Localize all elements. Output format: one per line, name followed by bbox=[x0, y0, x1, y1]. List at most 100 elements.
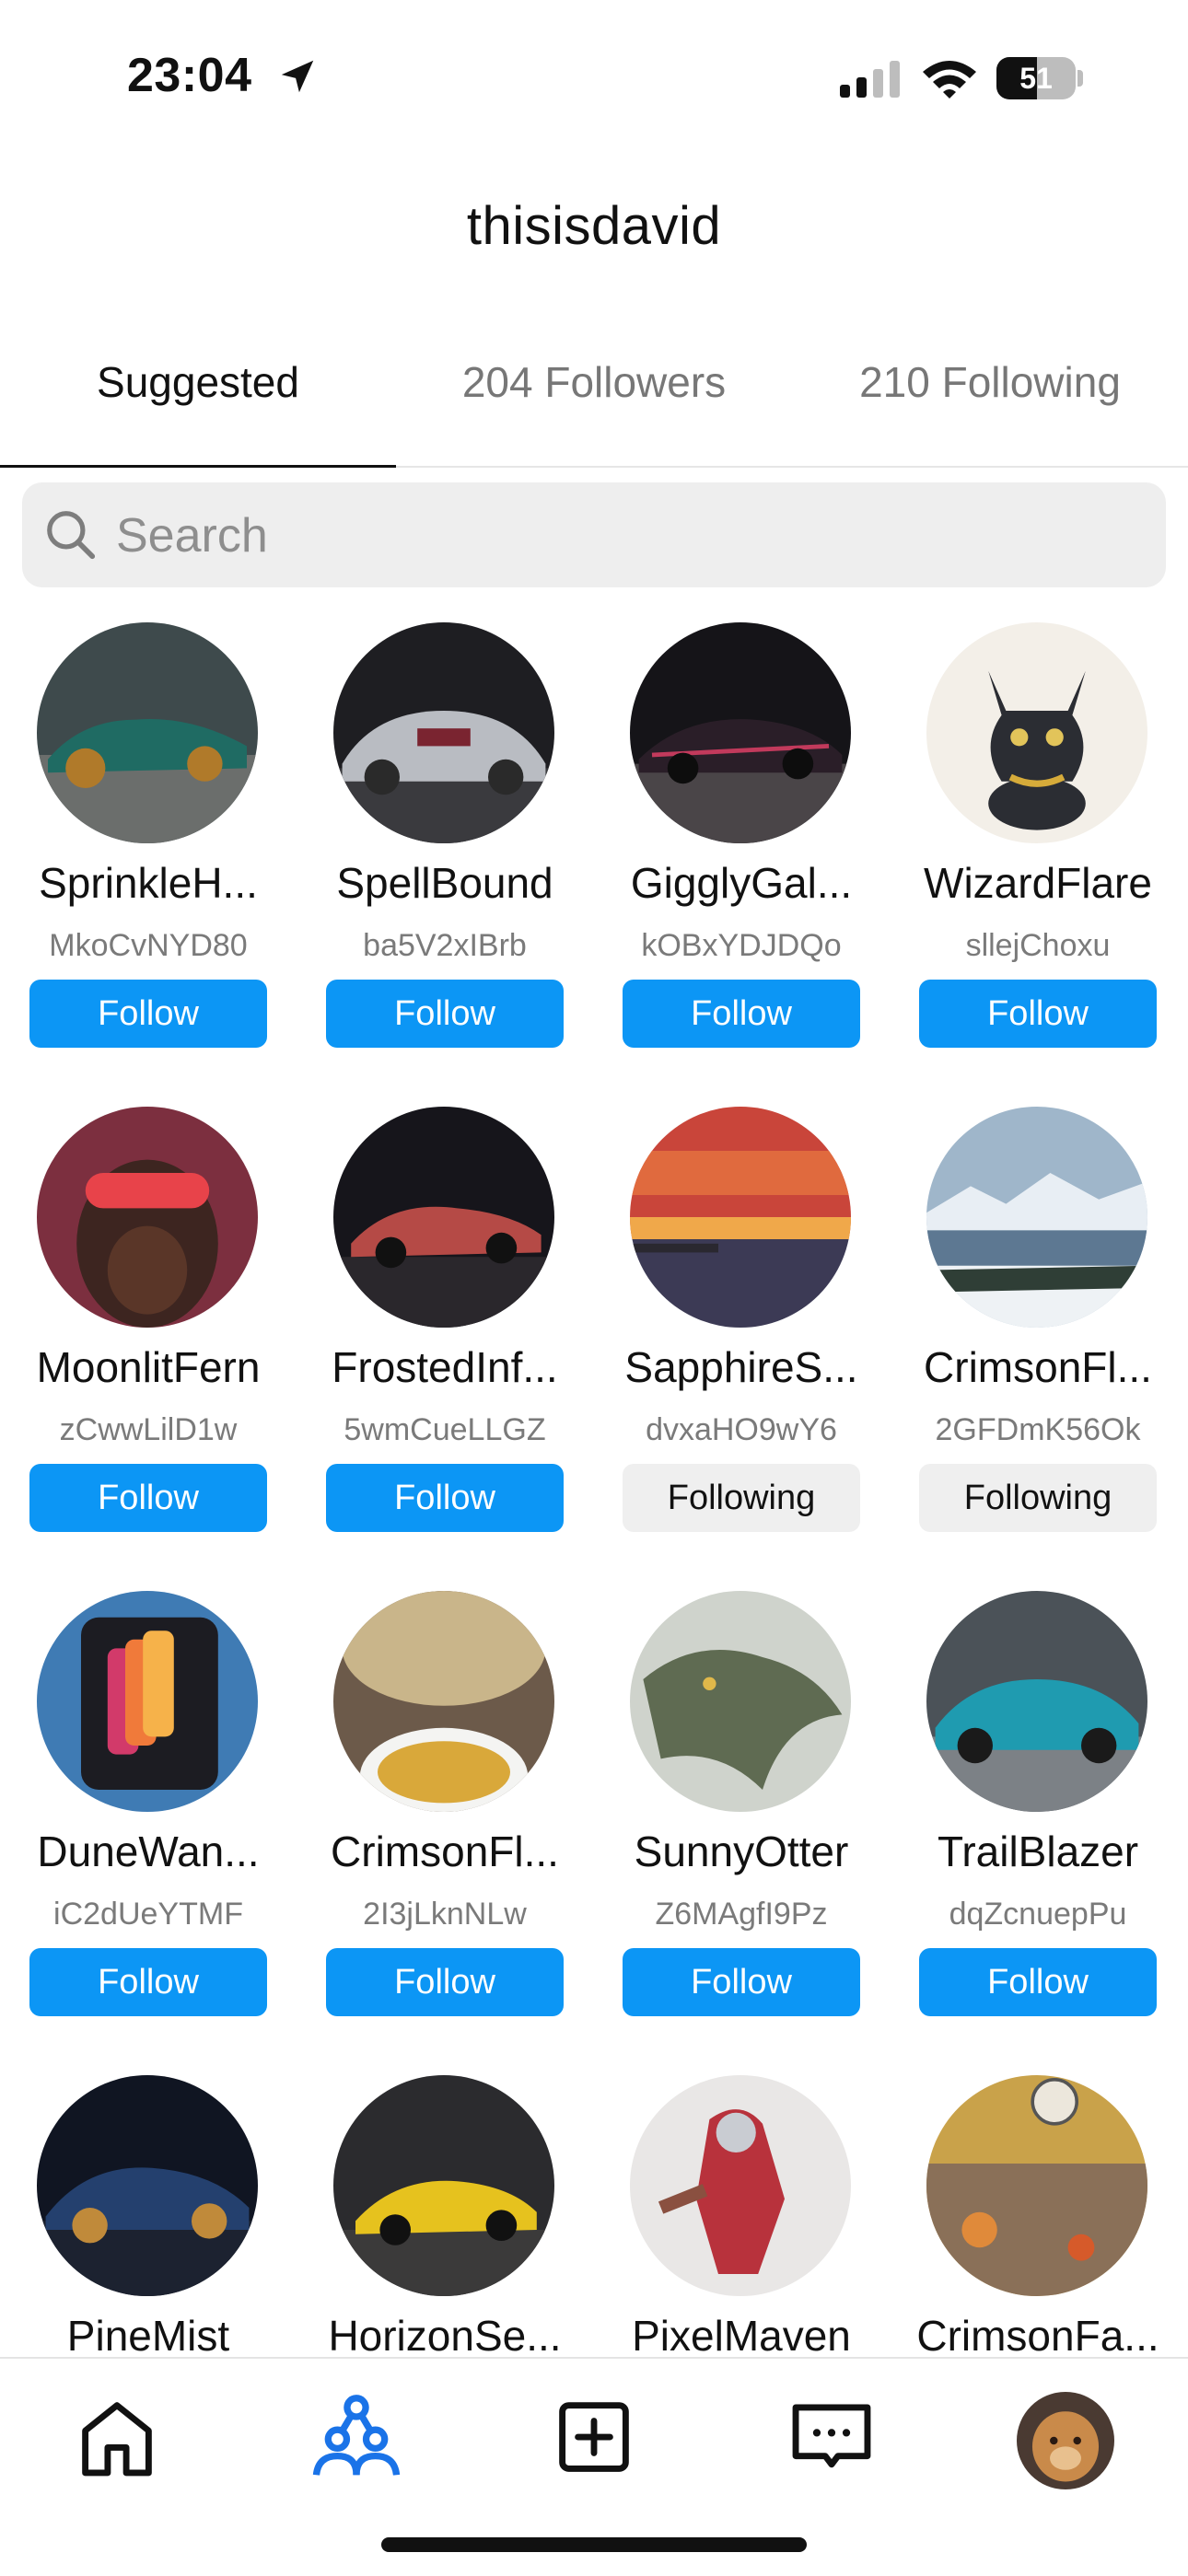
user-card: WizardFlare sllejChoxu Follow bbox=[890, 611, 1186, 1072]
user-avatar-food-bowls[interactable] bbox=[333, 1591, 554, 1812]
user-handle: zCwwLilD1w bbox=[59, 1412, 238, 1447]
user-handle: iC2dUeYTMF bbox=[53, 1897, 243, 1932]
add-post-icon bbox=[559, 2402, 629, 2472]
user-avatar-blue-hypercar[interactable] bbox=[37, 2075, 258, 2296]
user-card: GigglyGal... kOBxYDJDQo Follow bbox=[593, 611, 890, 1072]
user-avatar-snowy-lake[interactable] bbox=[926, 1107, 1147, 1328]
user-handle: 2GFDmK56Ok bbox=[935, 1412, 1141, 1447]
user-card: SapphireS... dvxaHO9wY6 Following bbox=[593, 1096, 890, 1556]
user-avatar-dragon[interactable] bbox=[630, 1591, 851, 1812]
user-name: HorizonSe... bbox=[328, 2312, 562, 2357]
user-card: CrimsonFa... bbox=[890, 2064, 1186, 2357]
user-name: PineMist bbox=[66, 2312, 230, 2357]
user-avatar-silver-hypercar[interactable] bbox=[333, 622, 554, 843]
user-handle: ba5V2xIBrb bbox=[363, 928, 527, 963]
nav-profile-avatar[interactable] bbox=[1017, 2392, 1114, 2489]
tab-following[interactable]: 210 Following bbox=[792, 341, 1188, 464]
nav-messages[interactable] bbox=[781, 2386, 882, 2488]
user-handle: dvxaHO9wY6 bbox=[646, 1412, 837, 1447]
lion-cub-avatar-icon bbox=[1017, 2392, 1114, 2489]
search-bar bbox=[22, 482, 1166, 589]
status-time: 23:04 bbox=[127, 49, 252, 102]
user-avatar-sunset-sea[interactable] bbox=[630, 1107, 851, 1328]
user-handle: Z6MAgfI9Pz bbox=[655, 1897, 828, 1932]
user-card: SpellBound ba5V2xIBrb Follow bbox=[297, 611, 593, 1072]
user-handle: dqZcnuepPu bbox=[949, 1897, 1127, 1932]
user-handle: 2I3jLknNLw bbox=[363, 1897, 527, 1932]
battery-indicator: 51 bbox=[996, 57, 1083, 99]
follow-button[interactable]: Follow bbox=[326, 1464, 564, 1532]
user-name: SpellBound bbox=[336, 859, 553, 907]
tab-suggested[interactable]: Suggested bbox=[0, 341, 396, 464]
user-name: CrimsonFl... bbox=[924, 1343, 1152, 1391]
battery-level-text: 51 bbox=[1019, 62, 1053, 95]
user-avatar-french-bulldog[interactable] bbox=[926, 622, 1147, 843]
user-name: SprinkleH... bbox=[39, 859, 258, 907]
following-button[interactable]: Following bbox=[623, 1464, 860, 1532]
user-card: CrimsonFl... 2I3jLknNLw Follow bbox=[297, 1580, 593, 2040]
home-indicator bbox=[381, 2537, 807, 2552]
user-avatar-red-sports-car[interactable] bbox=[333, 1107, 554, 1328]
follow-button[interactable]: Follow bbox=[326, 1948, 564, 2016]
home-icon bbox=[82, 2402, 152, 2477]
page-title: thisisdavid bbox=[466, 196, 722, 256]
tab-bar: Suggested 204 Followers 210 Following bbox=[0, 341, 1188, 468]
user-name: GigglyGal... bbox=[630, 859, 853, 907]
user-name: TrailBlazer bbox=[937, 1828, 1139, 1875]
follow-button[interactable]: Follow bbox=[29, 1948, 267, 2016]
network-icon bbox=[312, 2395, 401, 2476]
user-name: PixelMaven bbox=[632, 2312, 851, 2357]
follow-button[interactable]: Follow bbox=[29, 1464, 267, 1532]
user-card: PixelMaven bbox=[593, 2064, 890, 2357]
follow-button[interactable]: Follow bbox=[326, 980, 564, 1048]
user-card: MoonlitFern zCwwLilD1w Follow bbox=[0, 1096, 297, 1556]
follow-button[interactable]: Follow bbox=[919, 1948, 1157, 2016]
user-name: CrimsonFa... bbox=[916, 2312, 1159, 2357]
user-avatar-abstract-painting[interactable] bbox=[926, 2075, 1147, 2296]
user-handle: MkoCvNYD80 bbox=[49, 928, 248, 963]
user-name: SunnyOtter bbox=[634, 1828, 849, 1875]
user-avatar-teal-car[interactable] bbox=[926, 1591, 1147, 1812]
user-card: PineMist bbox=[0, 2064, 297, 2357]
user-card: CrimsonFl... 2GFDmK56Ok Following bbox=[890, 1096, 1186, 1556]
user-name: SapphireS... bbox=[624, 1343, 858, 1391]
active-tab-indicator bbox=[0, 465, 396, 468]
user-handle: sllejChoxu bbox=[965, 928, 1111, 963]
user-name: CrimsonFl... bbox=[331, 1828, 559, 1875]
nav-create[interactable] bbox=[543, 2386, 645, 2488]
suggested-users-grid: SprinkleH... MkoCvNYD80 Follow SpellBoun… bbox=[0, 611, 1188, 2357]
search-icon bbox=[47, 511, 96, 560]
user-avatar-dark-hypercar[interactable] bbox=[630, 622, 851, 843]
user-name: DuneWan... bbox=[37, 1828, 260, 1875]
nav-home[interactable] bbox=[66, 2386, 168, 2488]
following-button[interactable]: Following bbox=[919, 1464, 1157, 1532]
user-card: HorizonSe... bbox=[297, 2064, 593, 2357]
user-avatar-gorilla-goggles[interactable] bbox=[37, 1107, 258, 1328]
follow-button[interactable]: Follow bbox=[919, 980, 1157, 1048]
user-card: SunnyOtter Z6MAgfI9Pz Follow bbox=[593, 1580, 890, 2040]
location-arrow-icon bbox=[281, 60, 314, 93]
user-card: TrailBlazer dqZcnuepPu Follow bbox=[890, 1580, 1186, 2040]
user-card: SprinkleH... MkoCvNYD80 Follow bbox=[0, 611, 297, 1072]
wifi-icon bbox=[923, 61, 976, 99]
user-handle: kOBxYDJDQo bbox=[641, 928, 842, 963]
nav-network[interactable] bbox=[306, 2386, 407, 2488]
user-name: FrostedInf... bbox=[332, 1343, 558, 1391]
user-name: MoonlitFern bbox=[36, 1343, 261, 1391]
follow-button[interactable]: Follow bbox=[623, 1948, 860, 2016]
user-avatar-app-icon[interactable] bbox=[37, 1591, 258, 1812]
user-card: FrostedInf... 5wmCueLLGZ Follow bbox=[297, 1096, 593, 1556]
user-avatar-armored-hero[interactable] bbox=[630, 2075, 851, 2296]
cellular-signal-icon bbox=[840, 61, 900, 98]
user-avatar-green-sports-car[interactable] bbox=[37, 622, 258, 843]
search-input[interactable] bbox=[114, 482, 1131, 589]
user-card: DuneWan... iC2dUeYTMF Follow bbox=[0, 1580, 297, 2040]
tab-followers[interactable]: 204 Followers bbox=[396, 341, 792, 464]
user-handle: 5wmCueLLGZ bbox=[344, 1412, 546, 1447]
user-name: WizardFlare bbox=[924, 859, 1152, 907]
messages-icon bbox=[792, 2404, 871, 2468]
status-bar: 23:04 51 bbox=[0, 0, 1188, 157]
follow-button[interactable]: Follow bbox=[623, 980, 860, 1048]
follow-button[interactable]: Follow bbox=[29, 980, 267, 1048]
user-avatar-yellow-car[interactable] bbox=[333, 2075, 554, 2296]
